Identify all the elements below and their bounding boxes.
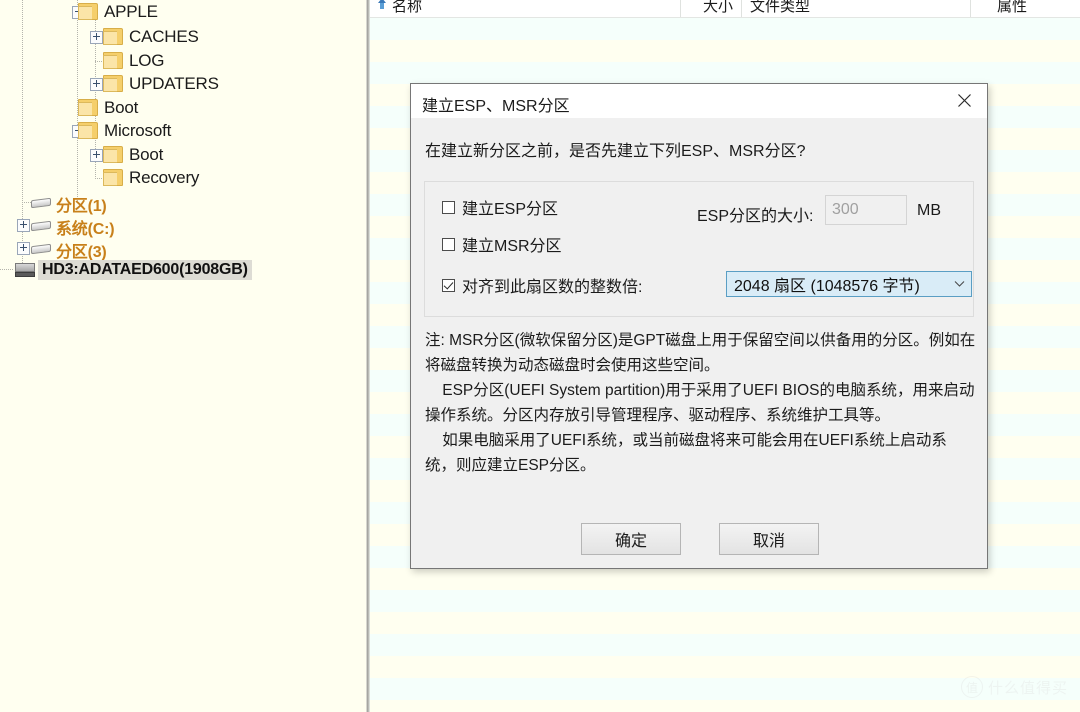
checkbox-row-create-esp[interactable]: 建立ESP分区 bbox=[442, 195, 558, 219]
hard-disk-icon bbox=[14, 262, 36, 278]
tree-item-label: Recovery bbox=[129, 168, 200, 187]
tree-item-label: 分区(3) bbox=[56, 244, 107, 261]
options-group-box: 建立ESP分区 建立MSR分区 对齐到此扇区数的整数倍: ESP分区的大小: M… bbox=[424, 181, 974, 317]
dialog-titlebar: 建立ESP、MSR分区 bbox=[411, 84, 987, 118]
expand-icon[interactable] bbox=[90, 78, 103, 91]
tree-item-label: LOG bbox=[129, 51, 165, 70]
folder-icon bbox=[103, 28, 123, 45]
tree-item-label: HD3:ADATAED600(1908GB) bbox=[38, 260, 252, 280]
column-separator[interactable] bbox=[680, 0, 681, 17]
partition-icon bbox=[30, 218, 52, 232]
folder-icon bbox=[78, 99, 98, 116]
column-separator[interactable] bbox=[741, 0, 742, 17]
alignment-sectors-dropdown[interactable]: 2048 扇区 (1048576 字节) bbox=[726, 271, 972, 297]
folder-icon bbox=[103, 169, 123, 186]
column-separator[interactable] bbox=[970, 0, 971, 17]
esp-size-label: ESP分区的大小: bbox=[697, 208, 814, 225]
folder-icon bbox=[103, 146, 123, 163]
file-list-row[interactable] bbox=[370, 678, 1080, 700]
expand-icon[interactable] bbox=[90, 31, 103, 44]
panel-divider[interactable] bbox=[366, 0, 370, 712]
checkbox-align-sectors[interactable] bbox=[442, 278, 455, 292]
dialog-title: 建立ESP、MSR分区 bbox=[422, 98, 570, 115]
checkbox-row-align-sectors[interactable]: 对齐到此扇区数的整数倍: bbox=[442, 273, 642, 297]
alignment-sectors-value: 2048 扇区 (1048576 字节) bbox=[734, 278, 920, 295]
tree-item-label: Boot bbox=[104, 98, 139, 117]
create-esp-msr-partition-dialog: 建立ESP、MSR分区 在建立新分区之前，是否先建立下列ESP、MSR分区? 建… bbox=[410, 83, 988, 569]
column-header-3[interactable]: 属性 bbox=[997, 0, 1027, 16]
expand-icon[interactable] bbox=[17, 219, 30, 232]
partition-icon bbox=[30, 241, 52, 255]
dialog-question-text: 在建立新分区之前，是否先建立下列ESP、MSR分区? bbox=[425, 143, 806, 160]
tree-item-label: APPLE bbox=[104, 2, 158, 21]
column-header-0[interactable]: 名称 bbox=[392, 0, 422, 16]
ok-button[interactable]: 确定 bbox=[581, 523, 681, 555]
column-header-1[interactable]: 大小 bbox=[703, 0, 733, 16]
esp-size-unit-label: MB bbox=[917, 202, 941, 219]
file-list-row[interactable] bbox=[370, 700, 1080, 712]
tree-item-label: Microsoft bbox=[104, 121, 172, 140]
tree-item-label: UPDATERS bbox=[129, 74, 219, 93]
tree-guide-line bbox=[0, 269, 14, 270]
sort-ascending-icon[interactable] bbox=[376, 0, 388, 10]
folder-icon bbox=[78, 122, 98, 139]
directory-tree-panel[interactable]: APPLE CACHES LOG UPDATERS Boot Microsoft Boot R… bbox=[0, 0, 366, 712]
esp-size-input[interactable] bbox=[825, 195, 907, 225]
folder-icon bbox=[103, 52, 123, 69]
chevron-down-icon[interactable] bbox=[947, 280, 971, 288]
close-icon[interactable] bbox=[941, 84, 987, 117]
folder-icon bbox=[78, 3, 98, 20]
tree-item-label: 系统(C:) bbox=[56, 221, 115, 238]
tree-item-label: CACHES bbox=[129, 27, 199, 46]
checkbox-create-msr[interactable] bbox=[442, 237, 455, 251]
folder-icon bbox=[103, 75, 123, 92]
file-list-row[interactable] bbox=[370, 40, 1080, 62]
file-list-row[interactable] bbox=[370, 18, 1080, 40]
checkbox-label-align-sectors: 对齐到此扇区数的整数倍: bbox=[462, 279, 643, 296]
checkbox-label-create-msr: 建立MSR分区 bbox=[462, 238, 562, 255]
file-list-column-header[interactable]: 名称 大小 文件类型 属性 bbox=[370, 0, 1080, 18]
file-list-row[interactable] bbox=[370, 590, 1080, 612]
file-list-row[interactable] bbox=[370, 612, 1080, 634]
file-list-row[interactable] bbox=[370, 634, 1080, 656]
partition-icon bbox=[30, 195, 52, 209]
file-list-row[interactable] bbox=[370, 62, 1080, 84]
file-list-row[interactable] bbox=[370, 568, 1080, 590]
dialog-note-text: 注: MSR分区(微软保留分区)是GPT磁盘上用于保留空间以供备用的分区。例如在… bbox=[425, 332, 976, 474]
checkbox-row-create-msr[interactable]: 建立MSR分区 bbox=[442, 232, 562, 256]
column-header-2[interactable]: 文件类型 bbox=[750, 0, 810, 16]
cancel-button[interactable]: 取消 bbox=[719, 523, 819, 555]
file-list-row[interactable] bbox=[370, 656, 1080, 678]
expand-icon[interactable] bbox=[90, 149, 103, 162]
checkbox-label-create-esp: 建立ESP分区 bbox=[462, 201, 559, 218]
expand-icon[interactable] bbox=[17, 242, 30, 255]
tree-item-label: 分区(1) bbox=[56, 198, 107, 215]
checkbox-create-esp[interactable] bbox=[442, 200, 455, 214]
tree-item-label: Boot bbox=[129, 145, 164, 164]
